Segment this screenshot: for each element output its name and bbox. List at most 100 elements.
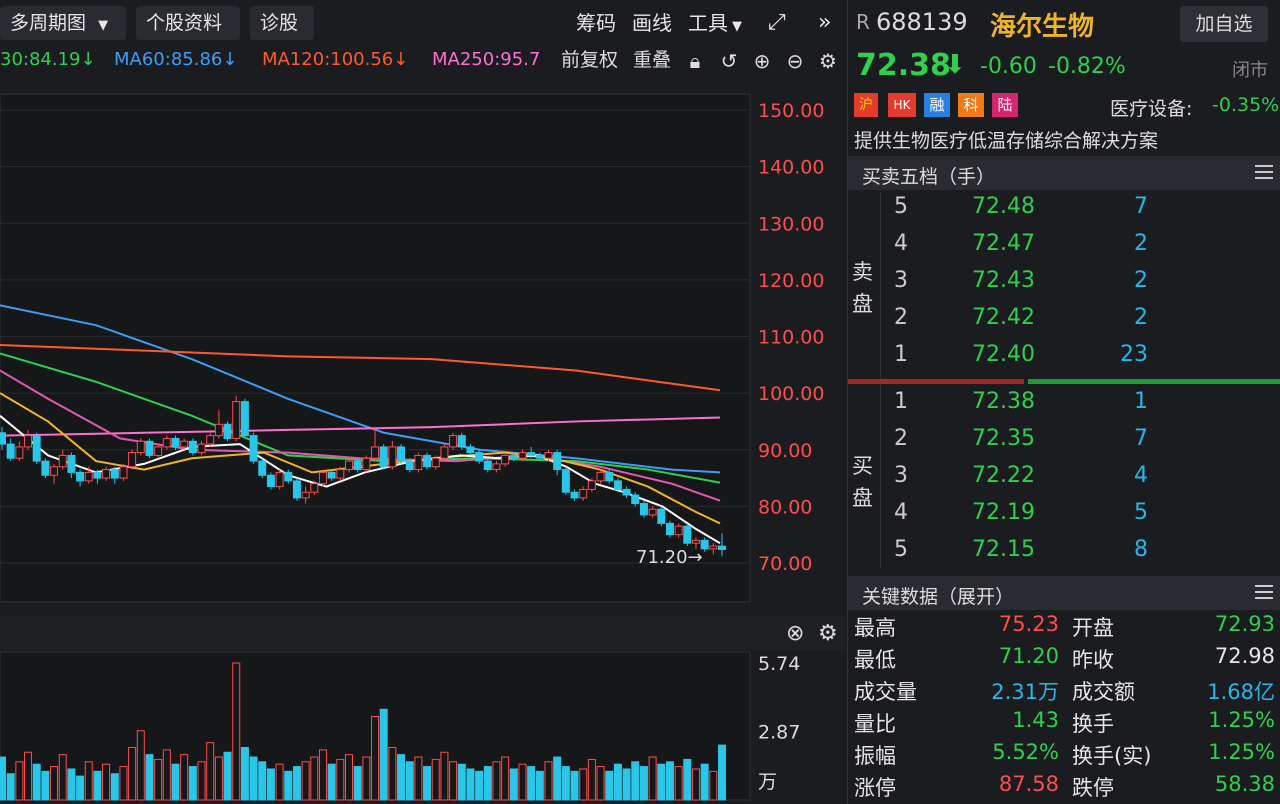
candle-body — [128, 452, 137, 468]
buy-row[interactable]: 2 72.35 7 — [848, 426, 1280, 463]
volume-bar — [709, 770, 718, 801]
buy-row[interactable]: 3 72.22 4 — [848, 463, 1280, 500]
candle-body — [197, 443, 206, 454]
volume-bar — [423, 766, 432, 801]
volume-bar — [691, 768, 700, 801]
candle-body — [15, 446, 24, 459]
volume-bar — [639, 766, 648, 801]
price-tick-label: 130.00 — [758, 213, 824, 235]
sell-strength-bar — [848, 379, 1024, 384]
price-tick-label: 110.00 — [758, 327, 824, 349]
volume-bar — [371, 715, 380, 801]
zoom-in-icon[interactable]: ⊕ — [751, 50, 773, 72]
draw-line-button[interactable]: 画线 — [632, 8, 672, 38]
diagnose-button[interactable]: 诊股 — [250, 6, 314, 40]
key-data-value: 71.20 — [998, 644, 1059, 668]
volume-bar — [648, 756, 657, 801]
volume-bar — [41, 770, 50, 801]
candle-body — [466, 446, 475, 454]
chart-toolbar: 多周期图 ▼ 个股资料 诊股 筹码 画线 工具 ▼ ⤢ » — [0, 0, 846, 46]
overlay-button[interactable]: 重叠 — [633, 46, 671, 74]
volume-bar — [379, 708, 388, 801]
candle-body — [561, 469, 570, 493]
last-price: 72.38 — [856, 48, 951, 83]
candle-body — [67, 454, 76, 473]
volume-bar — [613, 763, 622, 801]
candle-body — [648, 508, 657, 516]
sell-row[interactable]: 2 72.42 2 — [848, 305, 1280, 342]
period-label: 多周期图 — [10, 12, 87, 34]
quote-panel: R 688139 海尔生物 加自选 72.38 ⬇ -0.60 -0.82% 闭… — [847, 0, 1280, 804]
key-data-value: 1.25% — [1208, 708, 1275, 732]
tools-menu[interactable]: 工具 ▼ — [688, 8, 742, 42]
margin-badge[interactable]: 融 — [924, 93, 950, 117]
kline-chart[interactable]: 150.00 140.00 130.00 120.00 110.00 100.00 90.0… — [0, 78, 846, 804]
gear-icon[interactable]: ⚙ — [818, 621, 838, 646]
connect-badge[interactable]: 陆 — [992, 93, 1018, 117]
lock-icon[interactable]: 🔒︎ — [684, 50, 706, 72]
candle-body — [379, 446, 388, 468]
volume-bar — [657, 763, 666, 801]
candle-body — [154, 446, 163, 456]
volume-bar — [674, 766, 683, 801]
buy-row[interactable]: 5 72.15 8 — [848, 537, 1280, 574]
candle-body — [431, 457, 440, 468]
sell-row[interactable]: 5 72.48 7 — [848, 194, 1280, 231]
sector-name[interactable]: 医疗设备: — [1110, 94, 1192, 121]
candle-body — [423, 454, 432, 468]
volume-bar — [292, 766, 301, 801]
double-chevron-right-icon[interactable]: » — [818, 8, 831, 38]
buy-row[interactable]: 1 72.38 1 — [848, 389, 1280, 426]
sell-row[interactable]: 1 72.40 23 — [848, 342, 1280, 379]
sell-row[interactable]: 3 72.43 2 — [848, 268, 1280, 305]
candle-body — [76, 471, 85, 482]
period-selector[interactable]: 多周期图 ▼ — [0, 6, 126, 40]
adjust-button[interactable]: 前复权 — [561, 46, 618, 74]
volume-bar — [249, 756, 258, 801]
volume-bar — [466, 768, 475, 801]
volume-bar — [136, 730, 145, 801]
key-data-label: 最低 — [854, 648, 896, 672]
volume-bar — [110, 773, 119, 801]
volume-bar — [457, 763, 466, 801]
candle-body — [206, 435, 215, 445]
zoom-out-icon[interactable]: ⊖ — [784, 50, 806, 72]
menu-icon[interactable] — [1255, 585, 1273, 603]
stock-info-button[interactable]: 个股资料 — [136, 6, 240, 40]
hk-badge[interactable]: HK — [888, 93, 916, 117]
key-data-header[interactable]: 关键数据（展开） — [848, 576, 1280, 610]
key-data-label: 成交量 — [854, 680, 917, 704]
close-icon[interactable]: ⊗ — [786, 621, 804, 646]
undo-icon[interactable]: ↺ — [718, 50, 740, 72]
sh-badge[interactable]: 沪 — [854, 93, 878, 117]
menu-icon[interactable] — [1255, 165, 1273, 183]
volume-bar — [24, 751, 33, 801]
price-tick-label: 70.00 — [758, 553, 812, 575]
gear-icon[interactable]: ⚙ — [817, 50, 839, 72]
key-data-value: 87.58 — [998, 772, 1059, 796]
volume-bar — [93, 770, 102, 801]
volume-bar — [587, 758, 596, 801]
candle-body — [214, 423, 223, 437]
star-market-badge[interactable]: 科 — [958, 93, 984, 117]
volume-bar — [570, 770, 579, 801]
candle-body — [50, 466, 59, 476]
key-data-value: 2.31万 — [991, 680, 1059, 704]
volume-bar — [32, 763, 41, 801]
order-book-header: 买卖五档（手） — [848, 156, 1280, 190]
volume-bar — [622, 768, 631, 801]
volume-bar — [449, 761, 458, 801]
fullscreen-icon[interactable]: ⤢ — [768, 8, 786, 38]
candle-body — [405, 460, 414, 471]
buy-row[interactable]: 4 72.19 5 — [848, 500, 1280, 537]
volume-bar — [275, 763, 284, 801]
market-status: 闭市 — [1232, 60, 1268, 81]
candle-body — [240, 401, 249, 437]
candle-body — [336, 469, 345, 479]
candle-body — [223, 423, 232, 439]
volume-bar — [353, 766, 362, 801]
chips-button[interactable]: 筹码 — [576, 8, 616, 38]
volume-bar — [605, 770, 614, 801]
sell-row[interactable]: 4 72.47 2 — [848, 231, 1280, 268]
add-watchlist-button[interactable]: 加自选 — [1180, 6, 1268, 42]
